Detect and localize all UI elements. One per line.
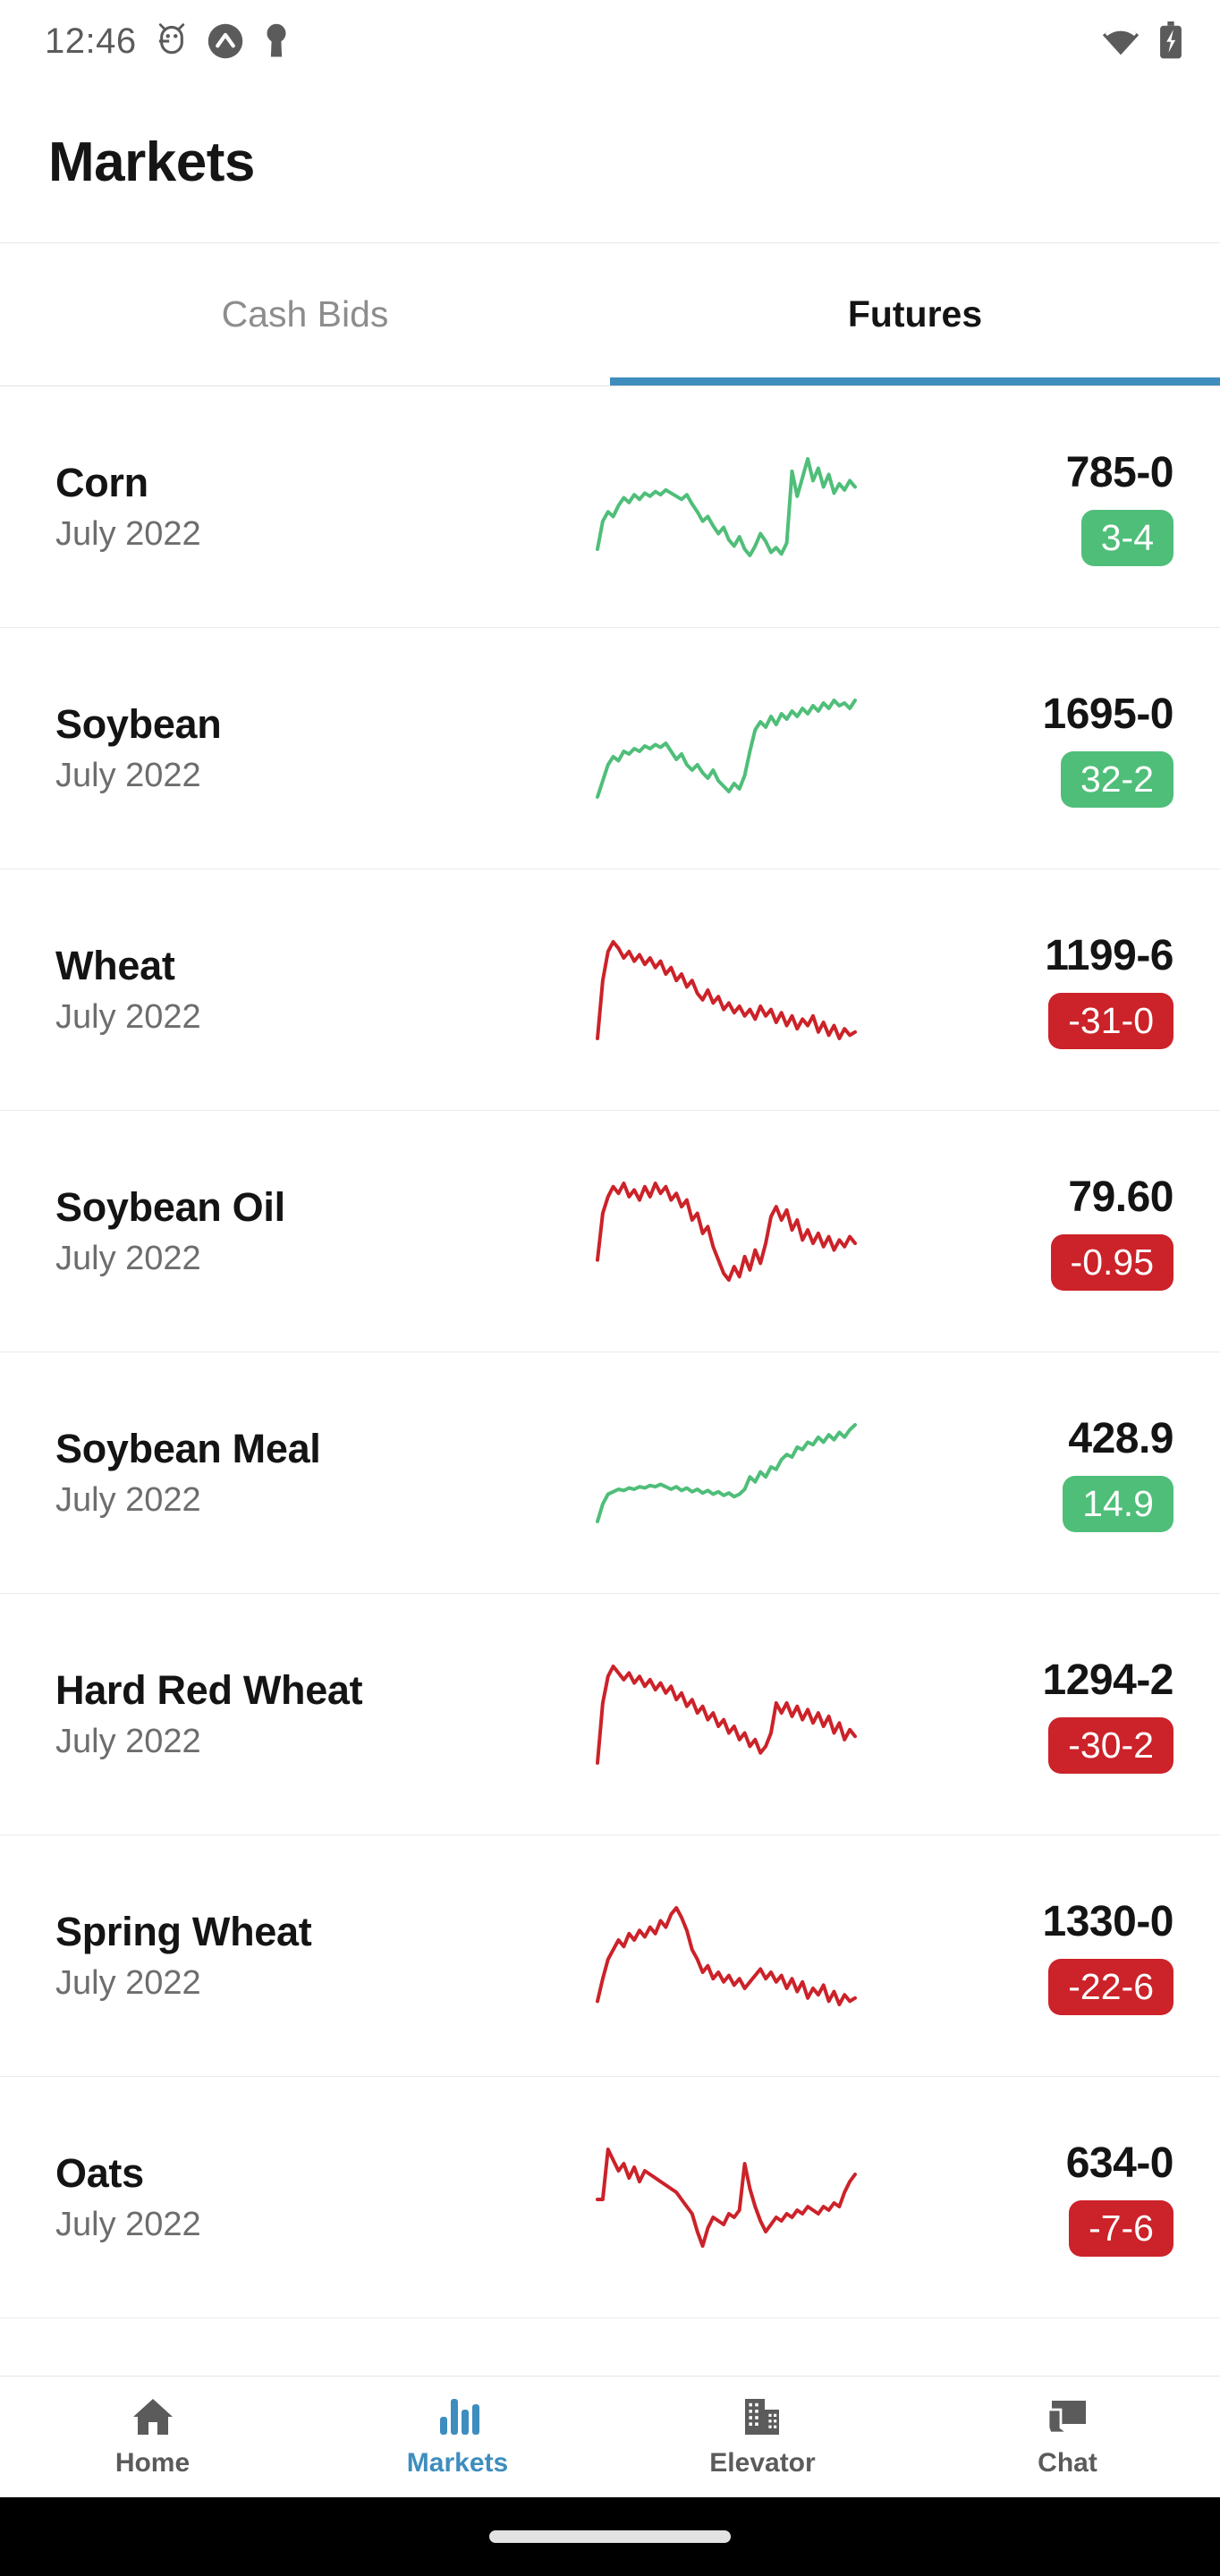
nav-item-label: Home (114, 2448, 191, 2478)
market-row-quote: 428.9 14.9 (952, 1414, 1220, 1532)
change-badge: 3-4 (1080, 509, 1173, 566)
change-badge: -7-6 (1069, 2199, 1173, 2257)
sparkline-chart (501, 1178, 952, 1285)
tab-cash-bids-label: Cash Bids (221, 293, 389, 335)
last-price: 785-0 (1065, 448, 1174, 496)
nav-item-label: Elevator (709, 2448, 816, 2478)
market-row-quote: 1294-2 -30-2 (952, 1656, 1220, 1774)
bars-icon (435, 2395, 481, 2443)
commodity-name: Wheat (55, 943, 175, 988)
android-debug-icon (157, 23, 187, 59)
chat-icon (1045, 2395, 1091, 2443)
commodity-name: Soybean (55, 701, 222, 747)
home-icon (130, 2395, 176, 2443)
market-row-info: Soybean July 2022 (0, 701, 501, 795)
contract-month: July 2022 (55, 757, 201, 794)
sparkline-chart (501, 695, 952, 802)
sparkline-chart (501, 2144, 952, 2251)
contract-month: July 2022 (55, 998, 201, 1036)
tab-futures[interactable]: Futures (610, 243, 1220, 386)
nav-item-chat[interactable]: Chat (915, 2377, 1220, 2497)
sparkline-chart (501, 936, 952, 1044)
vpn-key-icon (264, 22, 289, 60)
system-gesture-bar (0, 2497, 1220, 2576)
commodity-name: Soybean Oil (55, 1184, 285, 1230)
last-price: 1695-0 (1042, 690, 1174, 738)
building-icon (740, 2395, 786, 2443)
nav-item-markets[interactable]: Markets (305, 2377, 610, 2497)
change-badge: -30-2 (1048, 1716, 1173, 1774)
market-row[interactable]: Wheat July 2022 1199-6 -31-0 (0, 869, 1220, 1111)
tab-futures-label: Futures (847, 293, 983, 335)
page-header: Markets (0, 82, 1220, 243)
sparkline-chart (501, 1902, 952, 2010)
commodity-name: Spring Wheat (55, 1909, 312, 1954)
change-badge: -31-0 (1048, 992, 1173, 1049)
change-badge: 32-2 (1060, 750, 1173, 808)
market-row[interactable]: Oats July 2022 634-0 -7-6 (0, 2077, 1220, 2318)
nav-item-elevator[interactable]: Elevator (610, 2377, 915, 2497)
status-bar-left: 12:46 (45, 21, 289, 62)
market-row-quote: 1330-0 -22-6 (952, 1897, 1220, 2015)
market-row-quote: 634-0 -7-6 (952, 2139, 1220, 2257)
change-badge: -0.95 (1050, 1233, 1173, 1291)
market-row[interactable]: Hard Red Wheat July 2022 1294-2 -30-2 (0, 1594, 1220, 1835)
nav-item-home[interactable]: Home (0, 2377, 305, 2497)
market-row-info: Soybean Meal July 2022 (0, 1426, 501, 1520)
last-price: 79.60 (1068, 1173, 1173, 1221)
bottom-navigation: Home Markets Elevator Chat (0, 2376, 1220, 2497)
last-price: 1199-6 (1045, 931, 1173, 979)
contract-month: July 2022 (55, 515, 201, 553)
market-row-info: Hard Red Wheat July 2022 (0, 1667, 501, 1761)
change-badge: -22-6 (1048, 1958, 1173, 2015)
market-row-info: Spring Wheat July 2022 (0, 1909, 501, 2003)
sparkline-chart (501, 1419, 952, 1527)
market-row-info: Corn July 2022 (0, 460, 501, 554)
market-row-info: Oats July 2022 (0, 2150, 501, 2244)
status-bar: 12:46 (0, 0, 1220, 82)
commodity-name: Hard Red Wheat (55, 1667, 363, 1713)
status-bar-right (1100, 21, 1184, 61)
market-row[interactable]: Corn July 2022 785-0 3-4 (0, 386, 1220, 628)
market-row[interactable]: Soybean Oil July 2022 79.60 -0.95 (0, 1111, 1220, 1352)
market-row[interactable]: Soybean July 2022 1695-0 32-2 (0, 628, 1220, 869)
tab-cash-bids[interactable]: Cash Bids (0, 243, 610, 386)
contract-month: July 2022 (55, 2206, 201, 2243)
market-row-info: Wheat July 2022 (0, 943, 501, 1037)
market-row-quote: 785-0 3-4 (952, 448, 1220, 566)
tab-bar: Cash Bids Futures (0, 243, 1220, 386)
nav-item-label: Chat (1038, 2448, 1097, 2478)
contract-month: July 2022 (55, 1723, 201, 1760)
market-row-quote: 1199-6 -31-0 (952, 931, 1220, 1049)
status-clock: 12:46 (45, 21, 137, 61)
commodity-name: Oats (55, 2150, 144, 2196)
market-row[interactable]: Soybean Meal July 2022 428.9 14.9 (0, 1352, 1220, 1594)
markets-screen: 12:46 Markets Cash Bids Futures Corn Jul… (0, 0, 1220, 2576)
gesture-pill[interactable] (489, 2530, 731, 2543)
contract-month: July 2022 (55, 1240, 201, 1277)
contract-month: July 2022 (55, 1964, 201, 2002)
last-price: 1294-2 (1042, 1656, 1174, 1704)
contract-month: July 2022 (55, 1481, 201, 1519)
last-price: 428.9 (1068, 1414, 1173, 1462)
page-title: Markets (48, 131, 255, 193)
nav-item-label: Markets (406, 2448, 509, 2478)
sparkline-chart (501, 453, 952, 561)
commodity-name: Corn (55, 460, 148, 505)
last-price: 1330-0 (1042, 1897, 1174, 1945)
market-row[interactable]: Spring Wheat July 2022 1330-0 -22-6 (0, 1835, 1220, 2077)
last-price: 634-0 (1065, 2139, 1174, 2187)
market-row-quote: 79.60 -0.95 (952, 1173, 1220, 1291)
change-badge: 14.9 (1063, 1475, 1173, 1532)
sparkline-chart (501, 1661, 952, 1768)
app-chevron-icon (207, 22, 244, 60)
battery-charging-icon (1157, 21, 1184, 61)
futures-list[interactable]: Corn July 2022 785-0 3-4 Soybean July 2022 169… (0, 386, 1220, 2376)
market-row[interactable]: Rough RiceJuly 202216.970 (0, 2318, 1220, 2376)
commodity-name: Soybean Meal (55, 1426, 321, 1471)
market-row-info: Soybean Oil July 2022 (0, 1184, 501, 1278)
market-row-quote: 1695-0 32-2 (952, 690, 1220, 808)
wifi-icon (1100, 25, 1141, 57)
